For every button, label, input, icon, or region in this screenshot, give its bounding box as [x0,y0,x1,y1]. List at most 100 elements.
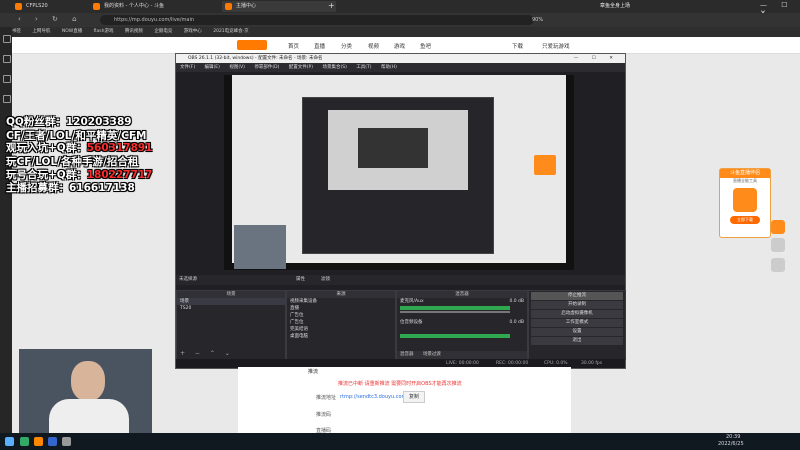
mixer-channel: 位音频设备 0.0 dB [400,320,524,325]
scenes-dock: 场景 场景 TS20 + − ⌃ ⌄ [176,290,286,360]
filters-button[interactable]: 滤镜 [321,275,330,285]
menu-edit[interactable]: 编辑(E) [205,65,220,70]
overlay-group-2: 观玩入坑+Q群：560317891 [6,142,153,154]
taskbar-app-icon[interactable] [48,437,57,446]
fps-readout: 30.00 fps [581,361,603,366]
controls-dock: 停止推流 开始录制 启动虚拟摄像机 工作室模式 设置 退出 [528,290,626,360]
history-icon[interactable] [3,55,11,63]
taskbar-app-icon[interactable] [34,437,43,446]
windows-start-icon[interactable] [5,437,14,446]
volume-slider[interactable] [400,311,510,313]
overlay-qq-group: QQ粉丝群：120203389 [6,116,132,128]
source-item[interactable]: 广告位 [287,319,395,326]
source-item[interactable]: 视频采集设备 [287,298,395,305]
person-body [49,399,129,433]
windows-taskbar: 20:39 2022/6/25 [0,433,800,450]
bookmark-item[interactable]: NOW直播 [62,29,82,34]
taskbar-app-icon[interactable] [20,437,29,446]
favorites-icon[interactable] [3,35,11,43]
nav-download[interactable]: 下载 [512,42,523,50]
promo-subtitle: 直播全能工具 [733,178,757,183]
sources-dock: 来源 视频采集设备 直播 广告位 广告位 完美结语 桌面电脑 [286,290,396,360]
source-item[interactable]: 广告位 [287,312,395,319]
mixer-channel: 麦克风/Aux 0.0 dB [400,299,524,304]
scene-item[interactable]: 场景 [177,298,285,305]
new-tab-button[interactable]: + [328,1,335,10]
bookmark-item[interactable]: 企鹅电竞 [154,29,172,34]
menu-docks[interactable]: 停靠部件(D) [254,65,279,70]
menu-file[interactable]: 文件(F) [180,65,195,70]
stream-settings-form: 推流 推流已中断 请重新推流 需要同时开启OBS才能再次推流 推流地址 rtmp… [238,367,571,434]
stop-streaming-button[interactable]: 停止推流 [531,292,623,300]
nav-home[interactable]: 首页 [288,42,299,50]
exit-button[interactable]: 退出 [531,337,623,345]
tab-favicon-icon [15,3,22,10]
tab-transitions[interactable]: 场景过渡 [423,352,441,357]
scene-item[interactable]: TS20 [177,305,285,312]
obs-preview[interactable] [224,75,574,270]
source-item[interactable]: 直播 [287,305,395,312]
bookmark-item[interactable]: 上网导航 [32,29,50,34]
douyu-favicon-icon [225,3,232,10]
preview-nested-obs-inner [358,128,428,168]
browser-sidebar [0,27,12,433]
promo-title: 斗鱼直播伴侣 [720,169,770,178]
settings-button[interactable]: 设置 [531,328,623,336]
nav-video[interactable]: 视频 [368,42,379,50]
stream-notice: 推流已中断 请重新推流 需要同时开启OBS才能再次推流 [338,381,462,387]
obs-titlebar[interactable]: OBS 26.1.1 (32-bit, windows) - 配置文件: 未命名… [176,54,625,63]
source-item[interactable]: 完美结语 [287,326,395,333]
nav-game[interactable]: 游戏 [394,42,405,50]
bookmark-item[interactable]: 腾讯视频 [125,29,143,34]
nav-yuba[interactable]: 鱼吧 [420,42,431,50]
side-tool-icon[interactable] [771,220,785,234]
bookmark-item[interactable]: 游戏中心 [184,29,202,34]
menu-scene-collection[interactable]: 场景集合(S) [322,65,346,70]
nav-user[interactable]: 只爱玩游戏 [542,42,570,50]
obs-window-controls[interactable]: — ☐ ✕ [574,54,619,63]
preview-webcam [234,225,286,269]
push-url-label: 推流地址 [316,395,337,401]
copy-button[interactable]: 复制 [403,391,425,403]
menu-profile[interactable]: 配置文件(P) [289,65,313,70]
obs-menubar: 文件(F) 编辑(E) 视图(V) 停靠部件(D) 配置文件(P) 场景集合(S… [176,63,625,72]
obs-source-toolbar: 未选择源 属性 滤镜 [176,275,625,285]
zoom-level: 90% [532,17,544,23]
note-icon[interactable] [3,95,11,103]
menu-help[interactable]: 帮助(H) [381,65,397,70]
tab-cfpls20[interactable]: CFPLS20 [12,1,100,12]
url-input[interactable]: https://mp.douyu.com/live/main [100,15,534,25]
menu-view[interactable]: 视图(V) [229,65,245,70]
address-bar-row: ‹ › ↻ ⌂ https://mp.douyu.com/live/main 9… [0,13,800,27]
preview-nested-obs [302,97,494,254]
download-icon[interactable] [3,75,11,83]
studio-mode-button[interactable]: 工作室模式 [531,319,623,327]
taskbar-app-icon[interactable] [62,437,71,446]
nav-arrows-icon[interactable]: ‹ › ↻ ⌂ [18,15,83,23]
obs-window[interactable]: OBS 26.1.1 (32-bit, windows) - 配置文件: 未命名… [175,53,626,369]
nav-category[interactable]: 分类 [341,42,352,50]
douyu-logo-icon[interactable] [237,40,267,50]
share-icon[interactable] [771,258,785,272]
overlay-recruit: 主播招募群：616617138 [6,182,135,194]
promo-download-button[interactable]: 立即下载 [730,216,760,224]
nav-live[interactable]: 直播 [314,42,325,50]
bookmark-item[interactable]: 书签 [12,29,21,34]
webcam-feed [19,349,152,433]
companion-promo[interactable]: 斗鱼直播伴侣 直播全能工具 立即下载 [719,168,771,238]
tab-streamer-center[interactable]: 主播中心 [222,1,336,12]
scene-add-remove-icon[interactable]: + − ⌃ ⌄ [180,350,234,357]
properties-button[interactable]: 属性 [296,275,305,285]
form-row-stream: 推流 [308,369,319,375]
menu-tools[interactable]: 工具(T) [356,65,371,70]
virtual-camera-button[interactable]: 启动虚拟摄像机 [531,310,623,318]
home-icon[interactable] [771,238,785,252]
start-recording-button[interactable]: 开始录制 [531,301,623,309]
bookmark-item[interactable]: 2021电竞峰会·京 [213,29,248,34]
bookmark-item[interactable]: flash游戏 [94,29,114,34]
tab-mixer[interactable]: 混音器 [400,352,414,357]
douyu-favicon-icon [93,3,100,10]
source-item[interactable]: 桌面电脑 [287,333,395,340]
browser-tab-bar: CFPLS20 我的资料 - 个人中心 - 斗鱼 主播中心 + 章鱼全身上场 —… [0,0,800,17]
tab-my-profile[interactable]: 我的资料 - 个人中心 - 斗鱼 [90,1,234,12]
